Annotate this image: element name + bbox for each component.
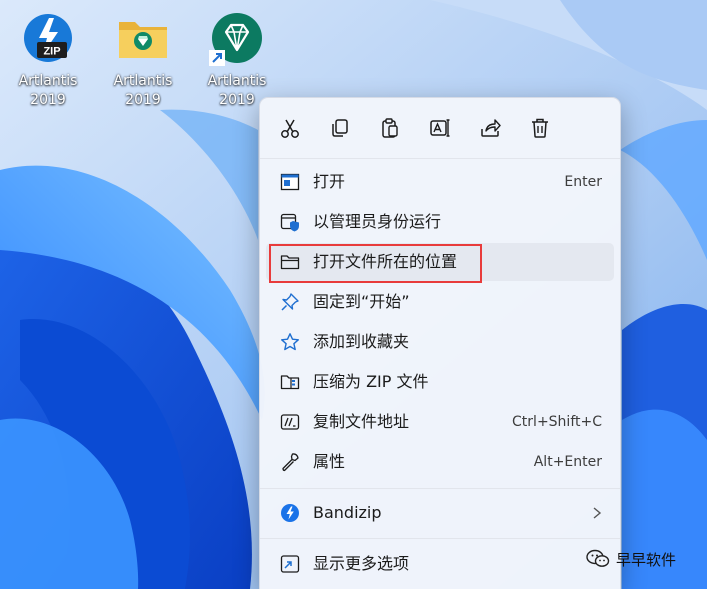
cut-icon (281, 119, 299, 138)
zip-folder-icon (280, 375, 300, 390)
watermark: 早早软件 (586, 544, 676, 574)
menu-item-compress-zip[interactable]: 压缩为 ZIP 文件 (266, 363, 614, 401)
context-menu: 打开 Enter 以管理员身份运行 打开文件所在的位置 固定到“开始” 添加到收… (259, 97, 621, 589)
chevron-right-icon (593, 507, 602, 519)
cut-button[interactable] (272, 110, 308, 146)
menu-item-copy-path[interactable]: 复制文件地址 Ctrl+Shift+C (266, 403, 614, 441)
menu-item-add-to-favorites[interactable]: 添加到收藏夹 (266, 323, 614, 361)
desktop-icon-zip[interactable]: ZIP Artlantis 2019 (8, 8, 88, 110)
menu-item-label: 压缩为 ZIP 文件 (313, 372, 429, 391)
zip-archive-icon: ZIP (18, 8, 78, 68)
highlight-annotation-box (269, 244, 482, 283)
menu-item-bandizip[interactable]: Bandizip (266, 494, 614, 532)
menu-item-shortcut: Ctrl+Shift+C (512, 414, 602, 430)
menu-separator (260, 158, 620, 159)
share-button[interactable] (472, 110, 508, 146)
wrench-icon (282, 453, 299, 472)
rename-button[interactable] (422, 110, 458, 146)
star-icon (281, 333, 299, 351)
watermark-text: 早早软件 (616, 550, 677, 569)
menu-item-show-more-options[interactable]: 显示更多选项 (266, 545, 614, 583)
context-menu-toolbar (260, 98, 620, 156)
copy-icon (332, 119, 348, 137)
menu-item-shortcut: Enter (564, 174, 602, 190)
more-options-icon (280, 555, 300, 573)
wechat-icon (586, 549, 610, 567)
folder-icon (113, 8, 173, 68)
delete-icon (532, 118, 548, 138)
desktop-icon-folder[interactable]: Artlantis 2019 (103, 8, 183, 110)
artlantis-app-icon (207, 8, 267, 68)
menu-item-shortcut: Alt+Enter (533, 454, 602, 470)
menu-item-label: 打开 (313, 172, 346, 191)
pin-icon (281, 293, 299, 311)
menu-item-label: Bandizip (313, 503, 382, 522)
menu-item-label: 以管理员身份运行 (313, 212, 442, 231)
menu-item-label: 显示更多选项 (313, 554, 410, 573)
copy-button[interactable] (322, 110, 358, 146)
menu-item-properties[interactable]: 属性 Alt+Enter (266, 443, 614, 481)
desktop-icon-label: Artlantis 2019 (18, 73, 78, 108)
menu-item-run-as-admin[interactable]: 以管理员身份运行 (266, 203, 614, 241)
delete-button[interactable] (522, 110, 558, 146)
menu-item-label: 复制文件地址 (313, 412, 410, 431)
bandizip-icon (281, 504, 299, 522)
menu-separator (260, 488, 620, 489)
paste-button[interactable] (372, 110, 408, 146)
menu-item-label: 固定到“开始” (313, 292, 410, 311)
menu-item-label: 属性 (313, 452, 346, 471)
copy-path-icon (280, 414, 300, 430)
desktop-icon-shortcut[interactable]: Artlantis 2019 (197, 8, 277, 110)
paste-icon (382, 118, 398, 138)
run-as-admin-shield-icon (280, 213, 299, 232)
open-window-icon (280, 173, 300, 191)
menu-separator (260, 538, 620, 539)
share-icon (481, 119, 501, 137)
svg-text:ZIP: ZIP (43, 46, 60, 58)
menu-item-pin-to-start[interactable]: 固定到“开始” (266, 283, 614, 321)
desktop-icon-label: Artlantis 2019 (113, 73, 173, 108)
menu-item-label: 添加到收藏夹 (313, 332, 410, 351)
rename-icon (430, 119, 450, 137)
menu-item-open[interactable]: 打开 Enter (266, 163, 614, 201)
